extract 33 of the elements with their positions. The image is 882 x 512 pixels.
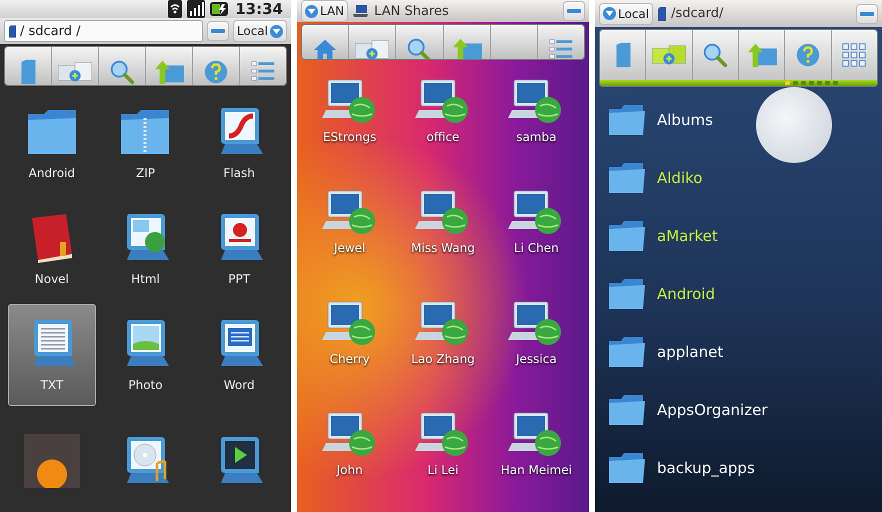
network-share[interactable]: John — [303, 401, 396, 512]
category-tile[interactable]: Android — [8, 92, 96, 194]
folder-item[interactable]: Aldiko — [607, 155, 702, 201]
network-share[interactable]: EStrongs — [303, 68, 396, 179]
folder-item[interactable]: aMarket — [607, 213, 718, 259]
header-title: LAN Shares — [374, 4, 449, 18]
header-title: /sdcard/ — [671, 6, 724, 21]
category-tile[interactable]: Photo — [102, 304, 190, 406]
network-share[interactable]: Miss Wang — [396, 179, 490, 290]
clock-time: 13:34 — [235, 0, 283, 18]
category-tile[interactable]: Flash — [195, 92, 283, 194]
network-share[interactable]: Jessica — [490, 290, 583, 401]
location-dropdown[interactable]: Local — [599, 2, 654, 24]
network-share[interactable]: Han Meimei — [490, 401, 583, 512]
folder-item[interactable]: applanet — [607, 329, 724, 375]
category-tile[interactable]: Novel — [8, 198, 96, 300]
path-field[interactable]: / sdcard / — [4, 20, 203, 42]
location-dropdown[interactable]: LAN — [301, 0, 348, 22]
network-share[interactable]: office — [396, 68, 490, 179]
category-tile[interactable]: ZIP — [102, 92, 190, 194]
folder-item[interactable]: Android — [607, 271, 715, 317]
category-tile[interactable]: PPT — [195, 198, 283, 300]
folder-item[interactable]: Albums — [607, 97, 713, 143]
location-dropdown[interactable]: Local — [232, 20, 287, 42]
category-tile[interactable]: Html — [102, 198, 190, 300]
folder-item[interactable]: AppsOrganizer — [607, 387, 768, 433]
network-share[interactable]: samba — [490, 68, 583, 179]
network-share[interactable]: Lao Zhang — [396, 290, 490, 401]
network-share[interactable]: Li Lei — [396, 401, 490, 512]
folder-item[interactable]: backup_apps — [607, 445, 755, 491]
category-tile[interactable]: Word — [195, 304, 283, 406]
category-tile[interactable]: TXT — [8, 304, 96, 406]
network-share[interactable]: Li Chen — [490, 179, 583, 290]
